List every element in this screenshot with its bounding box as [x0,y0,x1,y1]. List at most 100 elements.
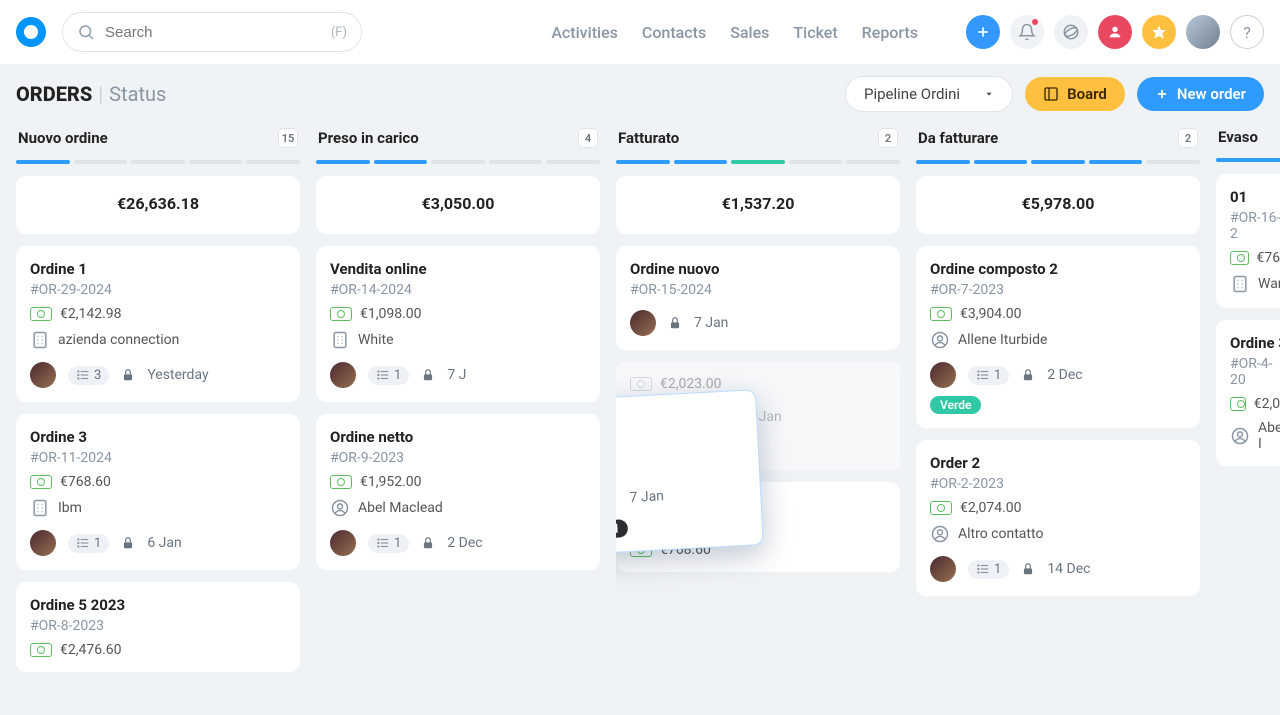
column-title: Nuovo ordine [18,129,108,147]
column-header: Nuovo ordine15 [16,124,300,152]
person-icon [1230,426,1250,446]
column-total: €5,978.00 [916,176,1200,234]
person-icon [930,524,950,544]
company-row: Abel Maclead [330,498,586,518]
column-header: Da fatturare2 [916,124,1200,152]
card-title: Vendita online [330,260,586,278]
assignee-avatar[interactable] [930,556,956,582]
company-row: azienda connection [30,330,286,350]
tag[interactable]: lead [616,519,629,539]
help-button[interactable]: ? [1230,15,1264,49]
search-input[interactable] [105,24,331,41]
company-row: Allene Iturbide [930,330,1186,350]
nav-ticket[interactable]: Ticket [793,23,837,42]
amount-row: €1,098.00 [330,306,586,322]
task-count[interactable]: 1 [968,560,1009,579]
task-count[interactable]: 1 [368,534,409,553]
assignee-avatar[interactable] [930,362,956,388]
order-card[interactable]: Order 2#OR-2-2023€2,074.00Altro contatto… [916,440,1200,596]
card-title: Order 2 [930,454,1186,472]
kanban-column[interactable]: Da fatturare2 €5,978.00 Ordine composto 2#… [916,124,1200,715]
order-card[interactable]: Ordine 5 2023#OR-8-2023€2,476.60 [16,582,300,672]
kanban-board[interactable]: Nuovo ordine15€26,636.18Ordine 1#OR-29-2… [0,124,1280,715]
favorites-button[interactable] [1142,15,1176,49]
assignee-avatar[interactable] [30,362,56,388]
add-button[interactable] [966,15,1000,49]
card-tags: Svizzeralead [616,513,748,543]
user-avatar[interactable] [1186,15,1220,49]
explore-button[interactable] [1054,15,1088,49]
task-count[interactable]: 1 [368,366,409,385]
kanban-column[interactable]: Fatturato2€1,537.20Ordine nuovo#OR-15-20… [616,124,900,715]
task-count[interactable]: 1 [68,534,109,553]
company-row: Altro contatto [930,524,1186,544]
chevron-down-icon [984,89,994,99]
nav-activities[interactable]: Activities [551,23,618,42]
kanban-column[interactable]: Nuovo ordine15€26,636.18Ordine 1#OR-29-2… [16,124,300,715]
money-icon [330,475,352,489]
card-date: 6 Jan [147,535,181,551]
building-icon [1230,274,1250,294]
nav-contacts[interactable]: Contacts [642,23,706,42]
amount-value: €768 [1257,250,1280,266]
card-date: Yesterday [147,367,208,383]
card-title: Ordine nuovo [630,260,886,278]
company-row: Ibm [30,498,286,518]
building-icon [30,498,50,518]
search-shortcut: (F) [331,25,347,40]
company-name: White [358,332,394,348]
column-header: Evaso [1216,124,1280,150]
assignee-avatar[interactable] [630,310,656,336]
order-card[interactable]: Ordine composto 2#OR-7-2023€3,904.00Alle… [916,246,1200,428]
nav-reports[interactable]: Reports [862,23,918,42]
board-btn-label: Board [1067,85,1107,103]
card-reference: #OR-11-2024 [30,450,286,466]
kanban-column[interactable]: Evaso 01#OR-16-2€768Ward Ordine 3#OR-4-20€… [1216,124,1280,715]
amount-value: €1,098.00 [360,306,422,322]
pipeline-select[interactable]: Pipeline Ordini [845,76,1013,112]
order-card[interactable]: Ordine nuovo#OR-15-20247 Jan [616,246,900,350]
new-order-button[interactable]: New order [1137,77,1264,111]
search-box[interactable]: (F) [62,12,362,52]
order-card[interactable]: Vendita online#OR-14-2024€1,098.00White1… [316,246,600,402]
order-card[interactable]: Ordine 3#OR-4-20€2,08Abel I [1216,320,1280,466]
lock-icon [616,492,618,507]
money-icon [30,643,52,657]
kanban-column[interactable]: Preso in carico4€3,050.00Vendita online#… [316,124,600,715]
board-view-button[interactable]: Board [1025,77,1125,111]
amount-row: €2,023.00 [616,451,745,479]
card-date: 7 Jan [629,488,664,506]
column-progress [916,160,1200,164]
card-title: Ordine composto 2 [930,260,1186,278]
amount-row: €2,08 [1230,396,1280,412]
card-meta: 114 Dec [930,556,1186,582]
tag[interactable]: Verde [930,396,981,414]
alert-button[interactable] [1098,15,1132,49]
assignee-avatar[interactable] [330,530,356,556]
order-card[interactable]: 01#OR-16-2€768Ward [1216,174,1280,308]
column-total: €3,050.00 [316,176,600,234]
card-meta: 3 Yesterday [30,362,286,388]
task-count[interactable]: 1 [968,366,1009,385]
card-reference: #OR-8-2023 [30,618,286,634]
order-card[interactable]: Ordine 3#OR-11-2024€768.60Ibm16 Jan [16,414,300,570]
order-card[interactable]: Ordine netto#OR-9-2023€1,952.00Abel Macl… [316,414,600,570]
company-name: azienda connection [58,332,179,348]
amount-value: €2,023.00 [660,376,722,392]
logo[interactable] [16,17,46,47]
money-icon [1230,397,1246,411]
assignee-avatar[interactable] [30,530,56,556]
card-reference: #OR-29-2024 [30,282,286,298]
order-card[interactable]: Ordine 1#OR-29-2024€2,142.98azienda conn… [16,246,300,402]
app-header: (F) Activities Contacts Sales Ticket Rep… [0,0,1280,64]
amount-value: €3,904.00 [960,306,1022,322]
search-icon [77,23,95,41]
assignee-avatar[interactable] [330,362,356,388]
task-count[interactable]: 3 [68,366,109,385]
notifications-button[interactable] [1010,15,1044,49]
new-order-label: New order [1177,85,1246,103]
lock-icon [668,316,682,330]
order-card[interactable]: Ordine custom#OR-18-2024€2,023.0017 JanS… [616,389,764,559]
nav-sales[interactable]: Sales [730,23,769,42]
money-icon [330,307,352,321]
